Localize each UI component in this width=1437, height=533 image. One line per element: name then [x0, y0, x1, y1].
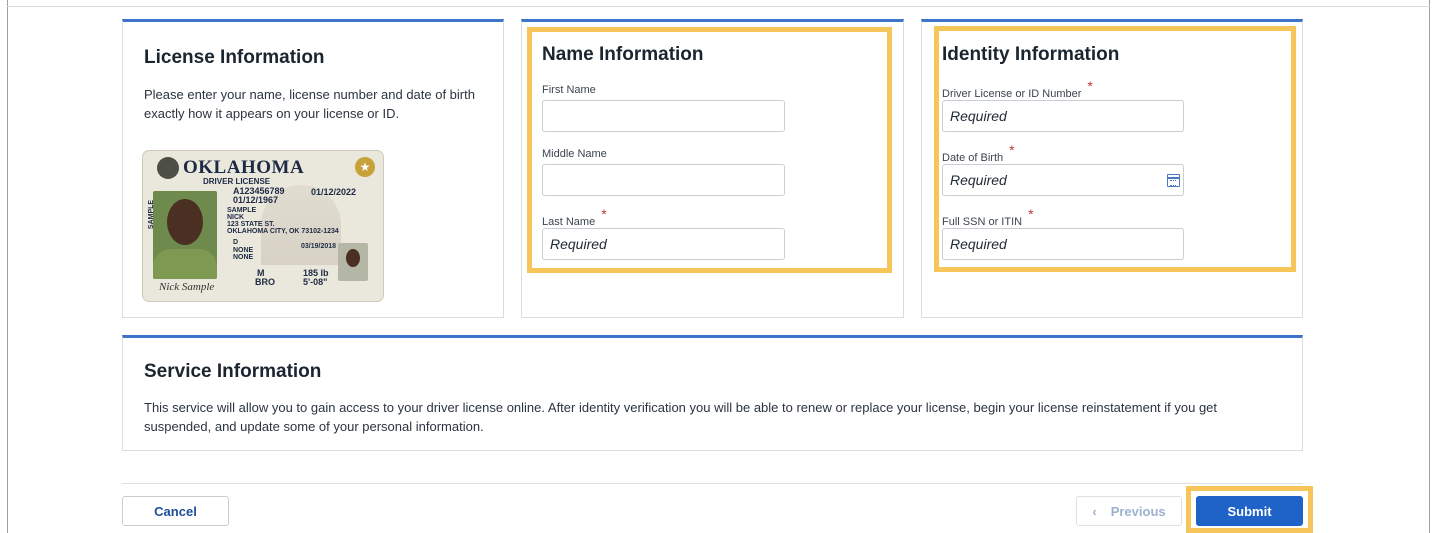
- license-type: DRIVER LICENSE: [203, 177, 271, 186]
- license-signature: Nick Sample: [159, 281, 215, 293]
- star-icon: ★: [355, 157, 375, 177]
- state-seal-icon: [157, 157, 179, 179]
- license-state: OKLAHOMA: [183, 157, 305, 178]
- license-weight: 185 lb: [303, 268, 329, 278]
- identity-highlight: [934, 26, 1296, 272]
- window-border-top: [7, 6, 1430, 7]
- footer-divider: [122, 483, 1303, 484]
- license-restrictions: NONE: [233, 254, 254, 261]
- license-eyes: BRO: [255, 277, 275, 287]
- window-border-left: [7, 0, 8, 533]
- license-info-description: Please enter your name, license number a…: [144, 87, 475, 121]
- name-highlight: [527, 27, 892, 273]
- license-height: 5'-08": [303, 277, 328, 287]
- chevron-left-icon: ‹: [1092, 504, 1097, 519]
- license-address2: OKLAHOMA CITY, OK 73102-1234: [227, 228, 339, 235]
- license-expiration: 01/12/2022: [311, 187, 357, 197]
- license-issued: 03/19/2018: [301, 243, 337, 250]
- submit-highlight: [1186, 486, 1313, 533]
- window-border-right: [1429, 0, 1430, 533]
- previous-button[interactable]: ‹ Previous: [1076, 496, 1182, 526]
- license-class: D: [233, 239, 239, 246]
- license-dob: 01/12/1967: [233, 195, 279, 205]
- license-number: A123456789: [233, 186, 285, 196]
- license-info-title: License Information: [144, 47, 325, 68]
- license-photo: [153, 191, 217, 279]
- cancel-button[interactable]: Cancel: [122, 496, 229, 526]
- sample-license-image: OKLAHOMA DRIVER LICENSE ★ SAMPLE A123456…: [142, 150, 384, 302]
- previous-label: Previous: [1110, 504, 1166, 519]
- service-info-description: This service will allow you to gain acce…: [144, 400, 1218, 434]
- license-ghost-photo: [338, 243, 368, 281]
- license-sex: M: [257, 268, 265, 278]
- service-info-card: Service Information This service will al…: [122, 335, 1303, 451]
- service-info-title: Service Information: [144, 361, 322, 382]
